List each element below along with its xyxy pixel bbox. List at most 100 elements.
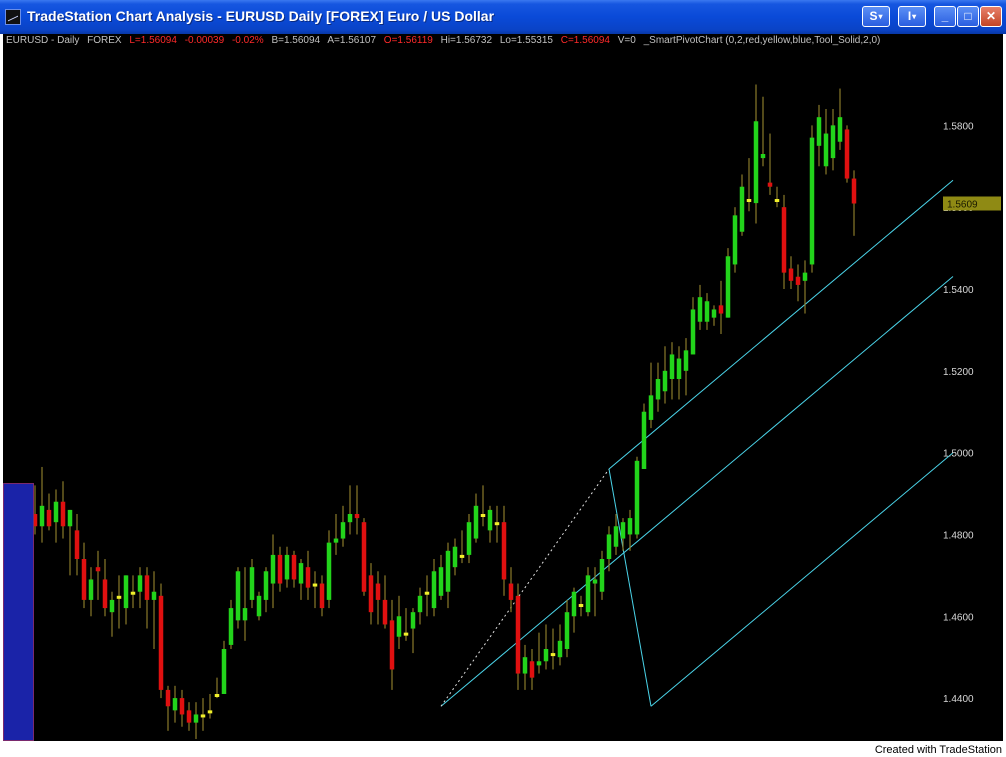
status-close: C=1.56094 — [560, 35, 610, 46]
candle-body — [60, 501, 66, 527]
candle-body — [564, 612, 570, 649]
candle-body — [298, 563, 304, 584]
candle-body — [613, 526, 619, 547]
candle-body — [669, 354, 675, 379]
candle-body — [270, 554, 276, 584]
candle-body — [851, 178, 857, 204]
candle-body — [403, 632, 409, 636]
price-axis-label: 1.5200 — [943, 367, 974, 378]
candle-body — [683, 350, 689, 371]
candle-body — [179, 698, 185, 715]
candle-body — [627, 518, 633, 535]
candle-body — [676, 358, 682, 379]
chevron-down-icon: ▾ — [878, 12, 883, 21]
candle-body — [697, 297, 703, 322]
price-axis-label: 1.4800 — [943, 530, 974, 541]
candle-body — [263, 571, 269, 600]
candle-body — [634, 460, 640, 535]
candle-body — [774, 199, 780, 202]
candle-body — [158, 595, 164, 690]
candle-body — [354, 514, 360, 519]
candle-body — [291, 554, 297, 580]
candle-body — [172, 698, 178, 711]
candle-body — [102, 579, 108, 609]
candle-body — [501, 522, 507, 580]
candle-body — [221, 649, 227, 694]
candle-body — [753, 121, 759, 204]
price-axis-label: 1.4400 — [943, 694, 974, 705]
candle-body — [494, 522, 500, 526]
maximize-icon: □ — [964, 9, 972, 23]
candle-body — [375, 583, 381, 600]
candle-body — [319, 583, 325, 609]
candle-body — [571, 591, 577, 617]
candle-body — [690, 309, 696, 355]
candle-body — [767, 182, 773, 187]
tradestation-app-icon[interactable] — [5, 9, 21, 25]
window-title-bar[interactable]: TradeStation Chart Analysis - EURUSD Dai… — [0, 0, 1006, 34]
candle-body — [340, 522, 346, 539]
candle-body — [522, 657, 528, 674]
candle-body — [116, 595, 122, 599]
price-axis-label: 1.4600 — [943, 612, 974, 623]
candle-body — [592, 579, 598, 584]
candle-body — [88, 579, 94, 600]
candle-body — [830, 125, 836, 159]
status-high: Hi=1.56732 — [440, 35, 493, 46]
candle-body — [466, 522, 472, 555]
candle-body — [193, 714, 199, 723]
price-axis-label: 1.5400 — [943, 285, 974, 296]
window-title: TradeStation Chart Analysis - EURUSD Dai… — [27, 8, 495, 24]
s-menu-button[interactable]: S▾ — [862, 6, 890, 27]
candle-body — [284, 554, 290, 580]
candle-body — [809, 137, 815, 265]
price-chart[interactable]: 1.58001.56001.54001.52001.50001.48001.46… — [3, 34, 1003, 741]
candle-body — [606, 534, 612, 559]
candle-body — [788, 268, 794, 281]
candle-body — [333, 538, 339, 543]
candle-body — [144, 575, 150, 600]
candle-body — [424, 591, 430, 595]
candle-body — [445, 550, 451, 592]
status-symbol: EURUSD - Daily — [6, 35, 80, 46]
close-button[interactable]: ✕ — [980, 6, 1002, 27]
status-low: Lo=1.55315 — [499, 35, 553, 46]
candle-body — [165, 689, 171, 707]
minimize-icon: _ — [941, 9, 949, 23]
candle-body — [459, 554, 465, 558]
maximize-button[interactable]: □ — [957, 6, 979, 27]
close-icon: ✕ — [985, 9, 997, 23]
candle-body — [550, 653, 556, 657]
candle-body — [452, 546, 458, 568]
candle-body — [844, 129, 850, 179]
candle-body — [361, 522, 367, 592]
minimize-button[interactable]: _ — [934, 6, 956, 27]
candle-body — [781, 207, 787, 273]
candle-body — [305, 567, 311, 588]
candle-body — [802, 272, 808, 281]
chevron-down-icon: ▾ — [912, 12, 917, 21]
candle-body — [235, 571, 241, 621]
candle-body — [515, 595, 521, 674]
candle-body — [256, 595, 262, 617]
candle-body — [431, 571, 437, 609]
candle-body — [74, 530, 80, 559]
candle-body — [228, 608, 234, 645]
candle-body — [410, 612, 416, 629]
price-axis-label: 1.5000 — [943, 449, 974, 460]
candle-body — [326, 542, 332, 600]
created-with-watermark: Created with TradeStation — [874, 744, 1002, 756]
status-last: L=1.56094 — [129, 35, 177, 46]
candle-body — [382, 599, 388, 625]
status-exchange: FOREX — [87, 35, 122, 46]
candle-body — [725, 256, 731, 318]
candle-body — [578, 604, 584, 607]
candle-body — [711, 309, 717, 318]
i-menu-button[interactable]: I▾ — [898, 6, 926, 27]
chart-status-bar: EURUSD - Daily FOREX L=1.56094 -0.00039 … — [6, 34, 885, 48]
previous-data-region — [3, 483, 34, 741]
candle-body — [81, 559, 87, 600]
status-net-change: -0.00039 — [184, 35, 225, 46]
chart-area[interactable]: 1.58001.56001.54001.52001.50001.48001.46… — [3, 34, 1003, 741]
candle-body — [347, 514, 353, 523]
